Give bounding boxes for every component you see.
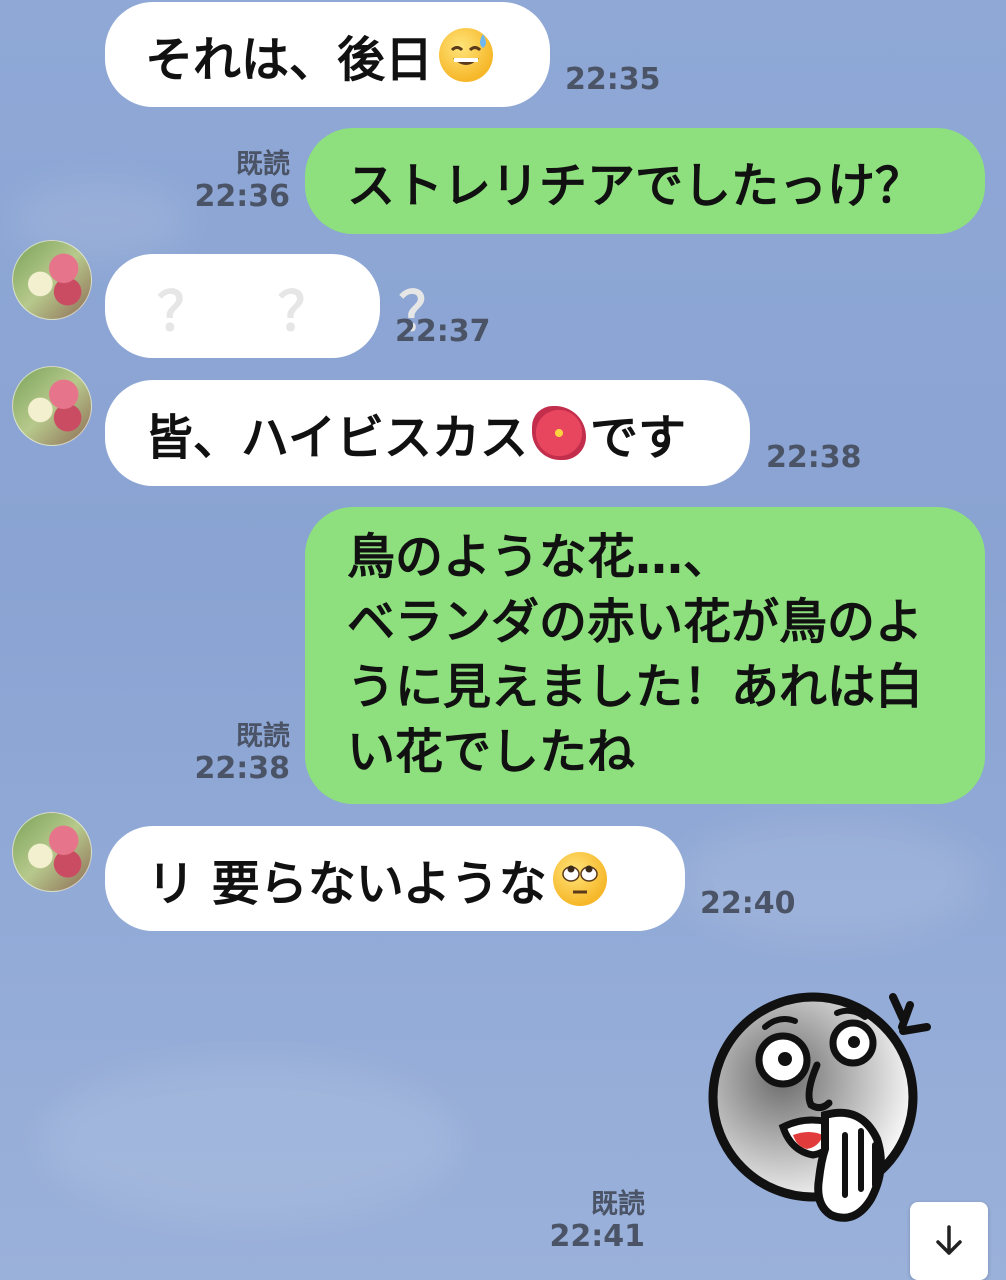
message-bubble[interactable]: リ 要らないような [105,826,685,931]
message-line: うに見えました！あれは白 [347,659,924,715]
message-bubble[interactable]: ストレリチアでしたっけ？ [305,128,985,234]
message-time: 22:37 [395,314,491,349]
rolling-eyes-emoji [552,851,607,906]
read-receipt: 既読 22:41 [545,1189,646,1254]
read-label: 既読 [236,149,290,180]
message-text: 皆、ハイビスカス [145,410,529,466]
message-time: 22:36 [194,178,291,214]
read-receipt: 既読 22:38 [190,721,291,786]
message-line: い花でしたね [347,724,636,780]
message-text: リ 要らないような [147,855,547,912]
message-time: 22:38 [194,750,291,786]
message-bubble[interactable]: ？ ？ ？ [105,254,453,358]
background-cloud [680,820,980,940]
message-line: 鳥のような花…、 [347,529,732,585]
arrow-down-icon [936,1225,962,1255]
contact-avatar[interactable] [12,240,92,320]
message-time: 22:38 [766,440,862,475]
message-time: 22:35 [565,62,661,97]
message-text: です [590,410,687,466]
scroll-to-bottom-button[interactable] [910,1202,988,1280]
shocked-face-sticker[interactable] [705,985,940,1235]
message-text: ストレリチアでしたっけ？ [347,158,924,214]
message-bubble[interactable]: それは、後日 [105,2,550,107]
read-receipt: 既読 22:36 [190,149,291,214]
message-time: 22:40 [700,886,796,921]
message-text: それは、後日 [145,31,434,88]
sweat-smile-emoji [439,27,494,82]
background-cloud [40,1060,460,1220]
message-line: ベランダの赤い花が鳥のよ [347,594,924,650]
read-label: 既読 [591,1189,645,1220]
message-bubble[interactable]: 鳥のような花…、 ベランダの赤い花が鳥のよ うに見えました！あれは白 い花でした… [305,507,985,804]
contact-avatar[interactable] [12,812,92,892]
contact-avatar[interactable] [12,366,92,446]
read-label: 既読 [236,721,290,752]
hibiscus-emoji [532,406,587,460]
message-bubble[interactable]: 皆、ハイビスカス です [105,380,750,486]
message-time: 22:41 [549,1218,646,1254]
